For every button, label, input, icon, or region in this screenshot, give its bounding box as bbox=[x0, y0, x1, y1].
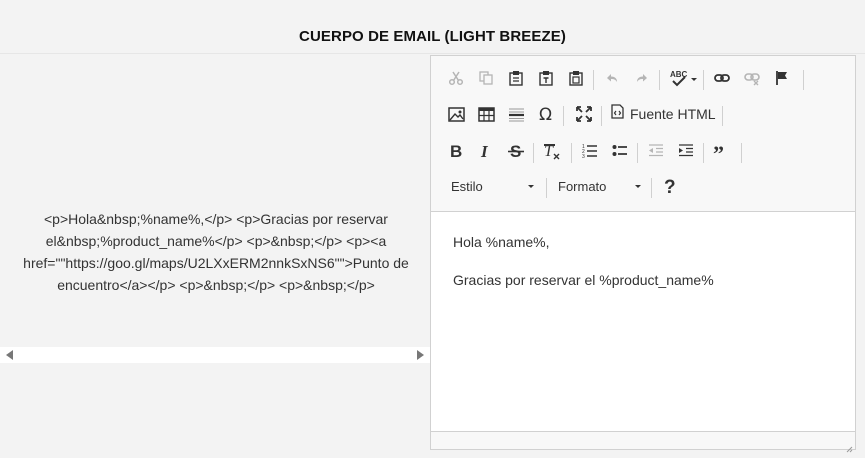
svg-text:?: ? bbox=[664, 177, 676, 195]
source-preview-panel: <p>Hola&nbsp;%name%,</p> <p>Gracias por … bbox=[0, 54, 430, 450]
spellcheck-icon[interactable]: ABC bbox=[667, 65, 701, 91]
maximize-icon[interactable] bbox=[571, 101, 597, 127]
source-html-button[interactable]: Fuente HTML bbox=[611, 101, 716, 127]
outdent-icon[interactable] bbox=[643, 138, 669, 164]
scroll-left-arrow-icon[interactable] bbox=[6, 350, 13, 360]
indent-icon[interactable] bbox=[673, 138, 699, 164]
strikethrough-icon[interactable]: S bbox=[503, 138, 529, 164]
chevron-down-icon bbox=[528, 184, 534, 188]
paste-word-icon[interactable] bbox=[563, 65, 589, 91]
editor-paragraph: Hola %name%, bbox=[453, 234, 550, 250]
link-icon[interactable] bbox=[709, 65, 735, 91]
horizontal-scrollbar[interactable] bbox=[0, 347, 430, 363]
source-html-label: Fuente HTML bbox=[630, 106, 716, 122]
cut-icon[interactable] bbox=[443, 65, 469, 91]
svg-text:Ω: Ω bbox=[539, 106, 552, 122]
section-title: CUERPO DE EMAIL (LIGHT BREEZE) bbox=[299, 28, 566, 45]
svg-text:B: B bbox=[450, 143, 462, 159]
image-icon[interactable] bbox=[443, 101, 469, 127]
redo-icon[interactable] bbox=[629, 65, 655, 91]
remove-format-icon[interactable]: T bbox=[539, 138, 565, 164]
help-icon[interactable]: ? bbox=[657, 173, 683, 199]
resize-handle-icon[interactable] bbox=[846, 440, 853, 453]
undo-icon[interactable] bbox=[599, 65, 625, 91]
italic-icon[interactable]: I bbox=[473, 138, 499, 164]
source-preview-text: <p>Hola&nbsp;%name%,</p> <p>Gracias por … bbox=[23, 211, 409, 293]
omega-icon[interactable]: Ω bbox=[533, 101, 559, 127]
paste-icon[interactable] bbox=[503, 65, 529, 91]
format-combo-label: Formato bbox=[558, 178, 607, 194]
horizontal-rule-icon[interactable] bbox=[503, 101, 529, 127]
editor-toolbar: ABC Ω Fuente HTML B I S T 1 2 3 ” Estilo… bbox=[431, 56, 855, 212]
rich-text-editor: ABC Ω Fuente HTML B I S T 1 2 3 ” Estilo… bbox=[430, 55, 856, 453]
section-header: CUERPO DE EMAIL (LIGHT BREEZE) bbox=[0, 0, 865, 54]
chevron-down-icon bbox=[635, 184, 641, 188]
numbered-list-icon[interactable]: 123 bbox=[577, 138, 603, 164]
format-combo[interactable]: Formato bbox=[558, 173, 643, 199]
source-icon bbox=[611, 104, 624, 124]
flag-icon[interactable] bbox=[769, 65, 795, 91]
editor-content[interactable]: Hola %name%, Gracias por reservar el %pr… bbox=[431, 212, 855, 432]
table-icon[interactable] bbox=[473, 101, 499, 127]
svg-text:3: 3 bbox=[582, 154, 585, 159]
bulleted-list-icon[interactable] bbox=[607, 138, 633, 164]
scroll-right-arrow-icon[interactable] bbox=[417, 350, 424, 360]
copy-icon[interactable] bbox=[473, 65, 499, 91]
unlink-icon[interactable] bbox=[739, 65, 765, 91]
svg-text:I: I bbox=[480, 143, 489, 159]
editor-paragraph: Gracias por reservar el %product_name% bbox=[453, 272, 714, 288]
style-combo[interactable]: Estilo bbox=[451, 173, 536, 199]
svg-text:”: ” bbox=[713, 144, 724, 158]
style-combo-label: Estilo bbox=[451, 178, 483, 194]
editor-statusbar bbox=[431, 431, 855, 453]
blockquote-icon[interactable]: ” bbox=[709, 138, 735, 164]
paste-text-icon[interactable] bbox=[533, 65, 559, 91]
bold-icon[interactable]: B bbox=[443, 138, 469, 164]
